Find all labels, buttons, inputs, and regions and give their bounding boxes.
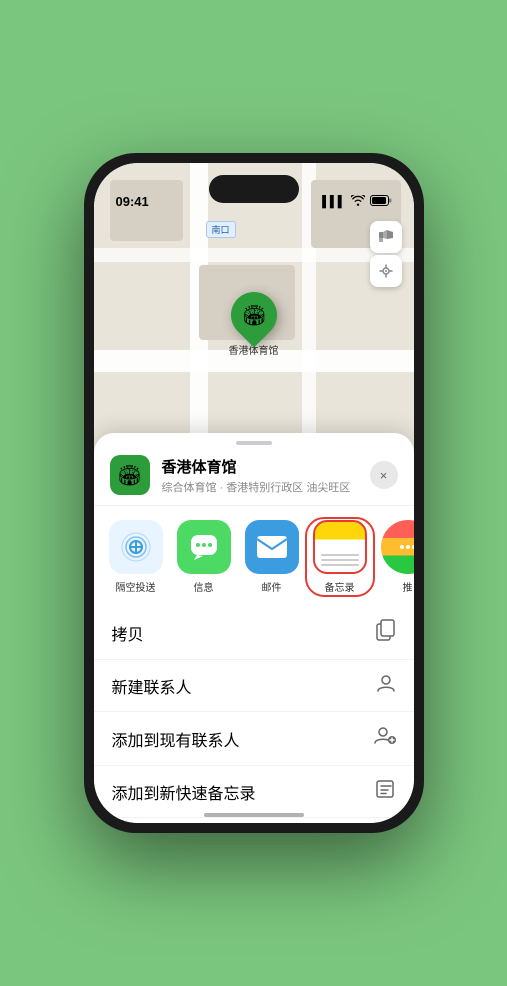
- airdrop-icon: [109, 520, 163, 574]
- venue-info: 香港体育馆 综合体育馆 · 香港特别行政区 油尖旺区: [162, 456, 370, 495]
- more-icon: [381, 520, 414, 574]
- action-new-contact[interactable]: 新建联系人: [94, 660, 414, 712]
- share-item-more[interactable]: 推: [376, 520, 414, 594]
- status-icons: ▌▌▌: [322, 195, 391, 209]
- signal-icon: ▌▌▌: [322, 196, 345, 208]
- more-label: 推: [403, 579, 413, 594]
- messages-label: 信息: [194, 579, 214, 594]
- notes-line-3: [321, 564, 359, 566]
- phone-screen: 09:41 ▌▌▌: [94, 163, 414, 823]
- share-item-messages[interactable]: 信息: [172, 520, 236, 594]
- add-quick-note-icon: [376, 779, 396, 804]
- battery-icon: [370, 195, 392, 209]
- action-copy[interactable]: 拷贝: [94, 606, 414, 660]
- venue-header: 🏟 香港体育馆 综合体育馆 · 香港特别行政区 油尖旺区 ×: [94, 445, 414, 506]
- action-print[interactable]: 打印: [94, 818, 414, 823]
- add-existing-label: 添加到现有联系人: [112, 727, 240, 751]
- notes-line-1: [321, 554, 359, 556]
- bottom-sheet: 🏟 香港体育馆 综合体育馆 · 香港特别行政区 油尖旺区 ×: [94, 433, 414, 823]
- wifi-icon: [351, 195, 365, 209]
- add-existing-icon: [374, 725, 396, 752]
- status-time: 09:41: [116, 194, 149, 209]
- new-contact-icon: [376, 673, 396, 698]
- add-quick-note-label: 添加到新快速备忘录: [112, 780, 256, 804]
- map-type-button[interactable]: [370, 221, 402, 253]
- copy-icon: [376, 619, 396, 646]
- copy-label: 拷贝: [112, 621, 144, 645]
- mail-icon: [245, 520, 299, 574]
- venue-subtitle: 综合体育馆 · 香港特别行政区 油尖旺区: [162, 479, 370, 495]
- venue-icon: 🏟: [110, 455, 150, 495]
- action-list: 拷贝 新建联系人: [94, 598, 414, 823]
- new-contact-label: 新建联系人: [112, 674, 192, 698]
- action-add-existing-contact[interactable]: 添加到现有联系人: [94, 712, 414, 766]
- notes-icon: [313, 520, 367, 574]
- notes-line-2: [321, 559, 359, 561]
- share-item-mail[interactable]: 邮件: [240, 520, 304, 594]
- close-button[interactable]: ×: [370, 461, 398, 489]
- airdrop-label: 隔空投送: [116, 579, 156, 594]
- messages-icon: [177, 520, 231, 574]
- notes-lines: [321, 554, 359, 566]
- map-controls: [370, 221, 402, 287]
- dynamic-island: [209, 175, 299, 203]
- action-add-quick-note[interactable]: 添加到新快速备忘录: [94, 766, 414, 818]
- share-item-notes[interactable]: 备忘录: [308, 520, 372, 594]
- pin-venue-icon: 🏟: [241, 303, 266, 328]
- mail-label: 邮件: [262, 579, 282, 594]
- home-indicator: [204, 813, 304, 817]
- notes-label: 备忘录: [325, 579, 355, 594]
- location-pin: 🏟 香港体育馆: [229, 292, 279, 357]
- phone-frame: 09:41 ▌▌▌: [84, 153, 424, 833]
- road-horizontal-2: [94, 248, 414, 262]
- map-label-south: 南口: [206, 221, 236, 238]
- location-button[interactable]: [370, 255, 402, 287]
- share-actions-row: 隔空投送 信息: [94, 506, 414, 598]
- venue-name: 香港体育馆: [162, 456, 370, 477]
- pin-circle: 🏟: [221, 283, 286, 348]
- share-item-airdrop[interactable]: 隔空投送: [104, 520, 168, 594]
